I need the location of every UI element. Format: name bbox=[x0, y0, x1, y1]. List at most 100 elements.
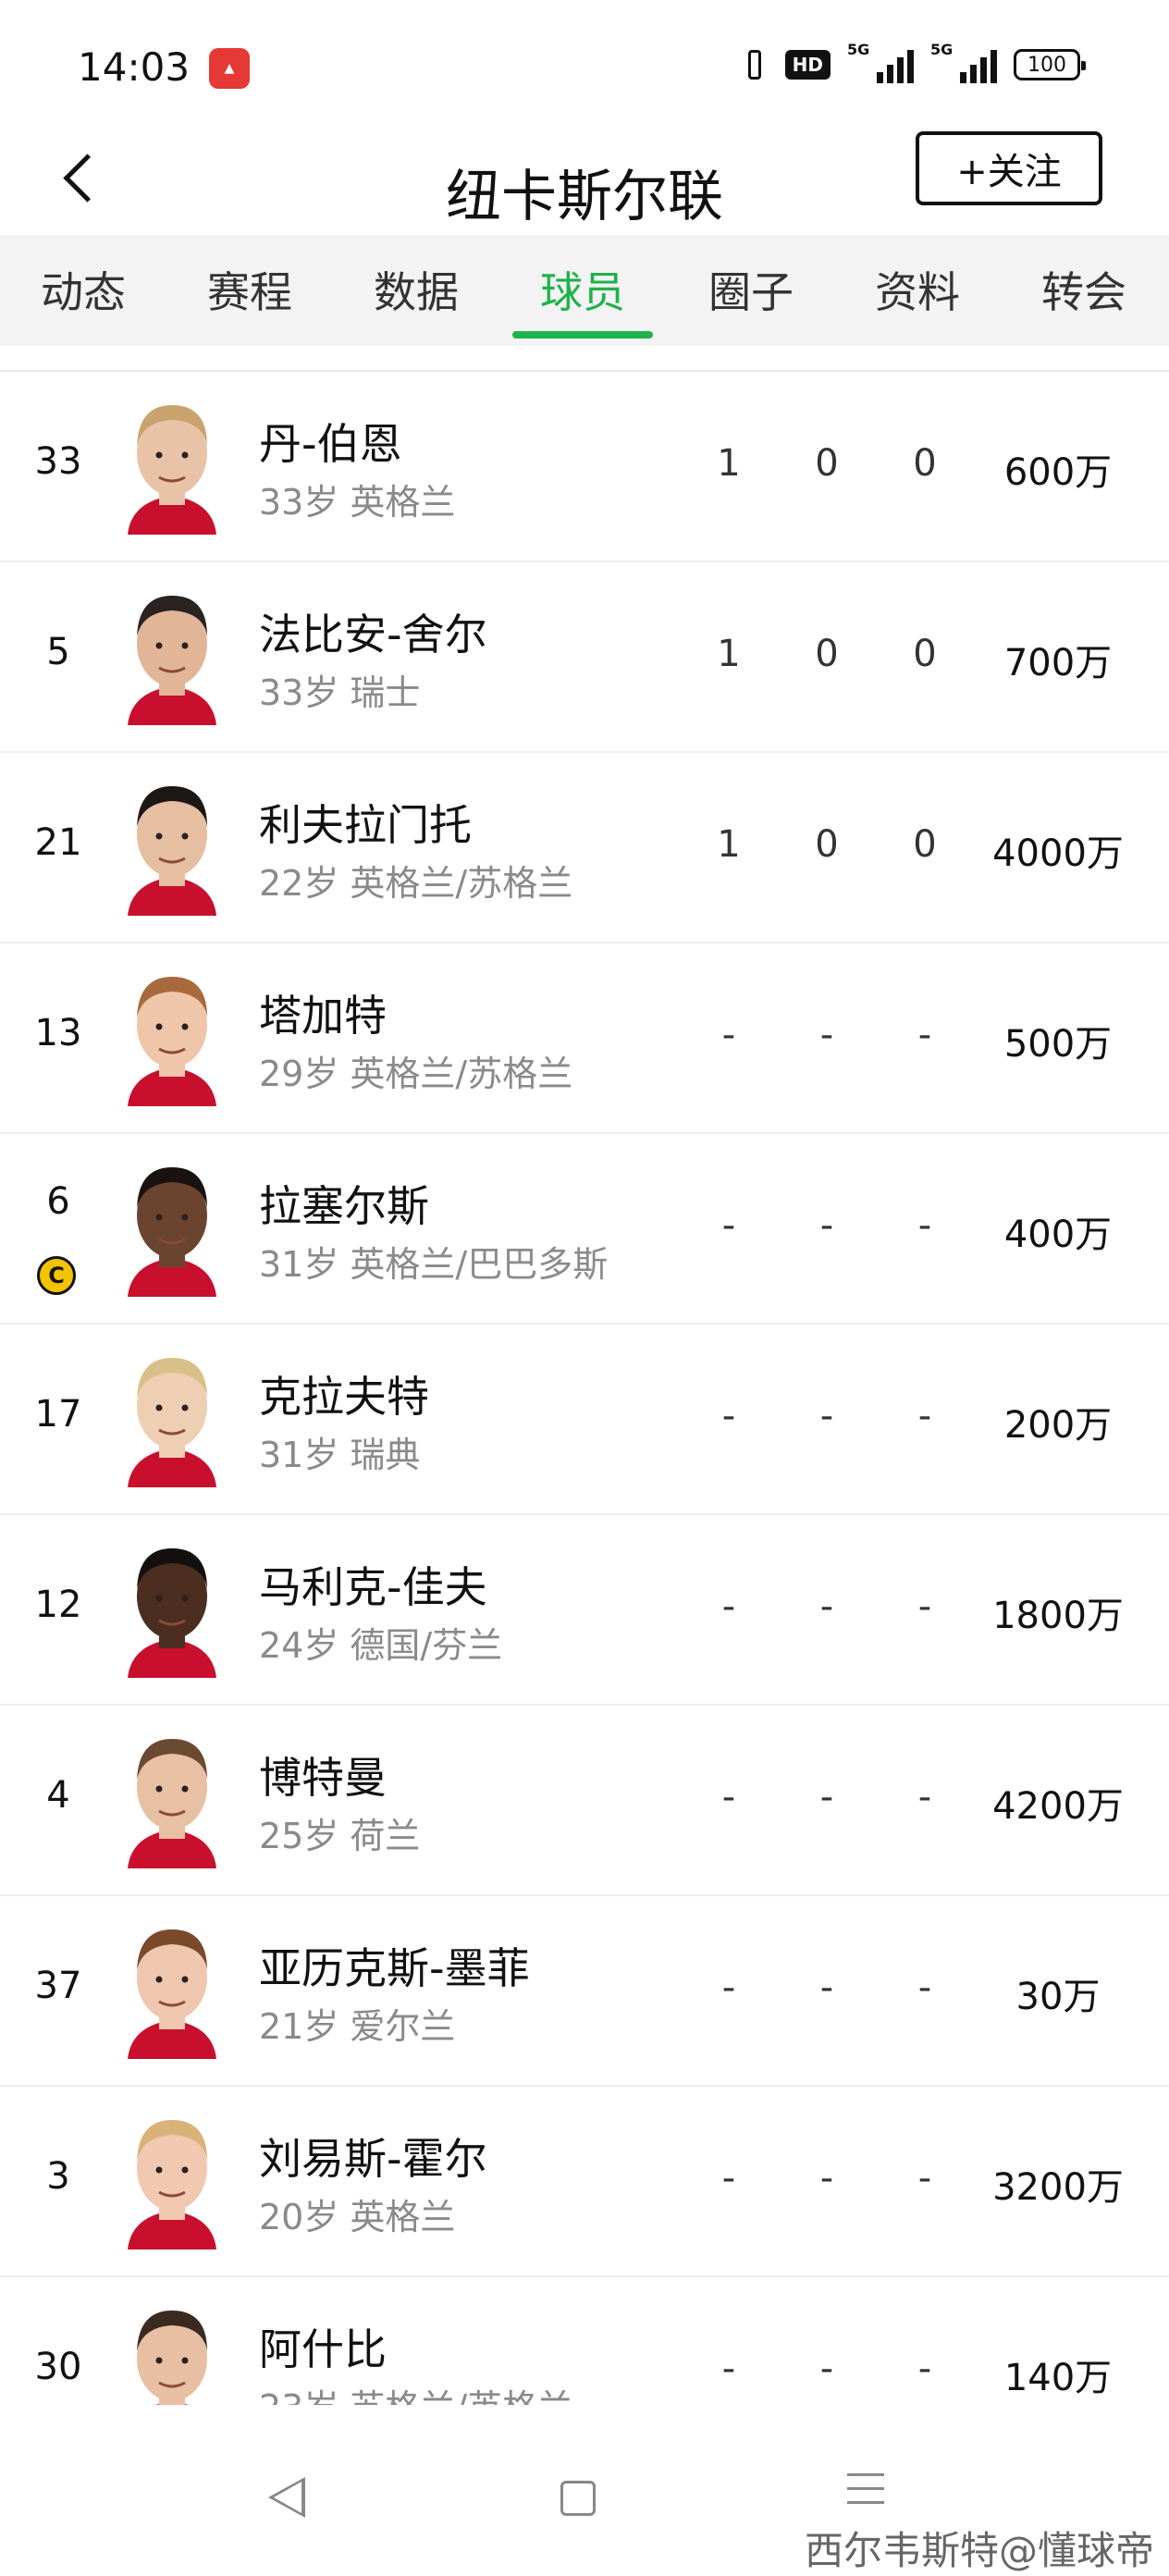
avatar bbox=[118, 392, 226, 535]
player-row[interactable]: 33 丹-伯恩 33岁 英格兰 1 0 0 600万 bbox=[0, 372, 1169, 562]
signal-icon: 5G bbox=[847, 41, 914, 83]
market-value: 3200万 bbox=[992, 2166, 1124, 2209]
stat-appearances: - bbox=[721, 1585, 736, 1628]
player-age-nationality: 21岁 爱尔兰 bbox=[259, 2006, 456, 2047]
avatar bbox=[118, 773, 226, 916]
shirt-number: 21 bbox=[34, 821, 82, 864]
stat-appearances: - bbox=[721, 1395, 736, 1437]
player-photo bbox=[128, 1167, 216, 1297]
player-row[interactable]: 3 刘易斯-霍尔 20岁 英格兰 - - - 3200万 bbox=[0, 2087, 1169, 2277]
stat-appearances: 1 bbox=[717, 633, 741, 675]
market-value: 140万 bbox=[1003, 2357, 1113, 2399]
stat-appearances: 1 bbox=[717, 442, 741, 485]
player-row[interactable]: 12 马利克-佳夫 24岁 德国/芬兰 - - - 1800万 bbox=[0, 1515, 1169, 1706]
stat-appearances: - bbox=[721, 1014, 736, 1056]
shirt-number: 37 bbox=[34, 1965, 82, 2007]
stat-appearances: - bbox=[721, 1204, 736, 1247]
player-photo bbox=[128, 2120, 216, 2249]
stat-goals: - bbox=[819, 1204, 834, 1247]
stat-assists: 0 bbox=[913, 823, 937, 866]
player-row[interactable]: 5 法比安-舍尔 33岁 瑞士 1 0 0 700万 bbox=[0, 562, 1169, 753]
player-row[interactable]: 37 亚历克斯-墨菲 21岁 爱尔兰 - - - 30万 bbox=[0, 1896, 1169, 2087]
tab-info[interactable]: 资料 bbox=[853, 259, 982, 320]
avatar bbox=[118, 1345, 226, 1487]
tab-transfers[interactable]: 转会 bbox=[1019, 259, 1149, 320]
player-row[interactable]: 13 塔加特 29岁 英格兰/苏格兰 - - - 500万 bbox=[0, 943, 1169, 1134]
stat-goals: 0 bbox=[815, 442, 839, 485]
stat-assists: - bbox=[917, 2157, 932, 2200]
stat-goals: - bbox=[819, 1776, 834, 1818]
nav-back-icon[interactable] bbox=[268, 2477, 305, 2518]
shirt-number: 30 bbox=[34, 2346, 82, 2388]
tab-community[interactable]: 圈子 bbox=[686, 259, 816, 320]
player-name: 克拉夫特 bbox=[259, 1372, 429, 1422]
player-age-nationality: 24岁 德国/芬兰 bbox=[259, 1625, 503, 1666]
header: 纽卡斯尔联 +关注 bbox=[0, 129, 1169, 231]
status-icons: HD 5G 5G 100 bbox=[741, 41, 1086, 83]
player-name: 塔加特 bbox=[259, 991, 387, 1041]
player-row[interactable]: 4 博特曼 25岁 荷兰 - - - 4200万 bbox=[0, 1706, 1169, 1896]
player-age-nationality: 31岁 瑞典 bbox=[259, 1435, 421, 1475]
market-value: 1800万 bbox=[992, 1595, 1124, 1637]
player-photo bbox=[128, 977, 216, 1106]
tab-stats[interactable]: 数据 bbox=[351, 259, 481, 320]
stat-assists: - bbox=[917, 1395, 932, 1437]
player-name: 刘易斯-霍尔 bbox=[259, 2134, 487, 2184]
player-age-nationality: 22岁 英格兰/苏格兰 bbox=[259, 863, 573, 904]
stat-appearances: - bbox=[721, 1966, 736, 2009]
shirt-number: 12 bbox=[34, 1584, 82, 1626]
tab-schedule[interactable]: 赛程 bbox=[185, 259, 314, 320]
player-name: 丹-伯恩 bbox=[259, 419, 402, 469]
stat-assists: 0 bbox=[913, 633, 937, 675]
player-name: 博特曼 bbox=[259, 1753, 387, 1803]
avatar bbox=[118, 1726, 226, 1868]
player-age-nationality: 29岁 英格兰/苏格兰 bbox=[259, 1054, 573, 1094]
player-photo bbox=[128, 1358, 216, 1487]
market-value: 4200万 bbox=[992, 1785, 1124, 1828]
avatar bbox=[118, 583, 226, 725]
stat-appearances: - bbox=[721, 1776, 736, 1818]
follow-button[interactable]: +关注 bbox=[916, 131, 1102, 205]
stat-goals: - bbox=[819, 2157, 834, 2200]
watermark: 西尔韦斯特@懂球帝 bbox=[804, 2528, 1154, 2573]
nav-menu-icon[interactable] bbox=[847, 2473, 884, 2515]
player-row[interactable]: 21 利夫拉门托 22岁 英格兰/苏格兰 1 0 0 4000万 bbox=[0, 753, 1169, 943]
stat-goals: 0 bbox=[815, 823, 839, 866]
shirt-number: 3 bbox=[46, 2155, 70, 2198]
avatar bbox=[118, 1535, 226, 1678]
tab-news[interactable]: 动态 bbox=[18, 259, 148, 320]
nav-home-icon[interactable] bbox=[560, 2481, 596, 2516]
battery-icon: 100 bbox=[1014, 49, 1086, 80]
stat-goals: - bbox=[819, 2348, 834, 2390]
player-row[interactable]: 6 C 拉塞尔斯 31岁 英格兰/巴巴多斯 - - - 400万 bbox=[0, 1134, 1169, 1325]
stat-goals: - bbox=[819, 1395, 834, 1437]
player-age-nationality: 25岁 荷兰 bbox=[259, 1816, 421, 1856]
shirt-number: 13 bbox=[34, 1012, 82, 1054]
player-name: 拉塞尔斯 bbox=[259, 1181, 429, 1231]
system-nav-bar: 西尔韦斯特@懂球帝 bbox=[0, 2405, 1169, 2573]
player-photo bbox=[128, 405, 216, 535]
avatar bbox=[118, 1154, 226, 1297]
player-age-nationality: 31岁 英格兰/巴巴多斯 bbox=[259, 1244, 609, 1285]
player-age-nationality: 20岁 英格兰 bbox=[259, 2197, 456, 2237]
market-value: 500万 bbox=[1003, 1023, 1113, 1066]
tab-players[interactable]: 球员 bbox=[518, 259, 647, 320]
player-name: 利夫拉门托 bbox=[259, 800, 472, 850]
player-age-nationality: 33岁 瑞士 bbox=[259, 672, 421, 713]
stat-goals: 0 bbox=[815, 633, 839, 675]
status-bar: 14:03 ▲ HD 5G 5G 100 bbox=[0, 0, 1169, 129]
stat-appearances: - bbox=[721, 2348, 736, 2390]
shirt-number: 33 bbox=[34, 440, 82, 483]
shirt-number: 6 bbox=[46, 1180, 70, 1223]
vibrate-icon bbox=[741, 46, 769, 83]
stat-appearances: - bbox=[721, 2157, 736, 2200]
player-row[interactable]: 17 克拉夫特 31岁 瑞典 - - - 200万 bbox=[0, 1325, 1169, 1515]
player-age-nationality: 33岁 英格兰 bbox=[259, 482, 456, 523]
shirt-number: 17 bbox=[34, 1393, 82, 1436]
player-photo bbox=[128, 786, 216, 916]
market-value: 200万 bbox=[1003, 1404, 1113, 1447]
captain-badge-icon: C bbox=[37, 1256, 76, 1295]
player-photo bbox=[128, 1548, 216, 1678]
tab-bar: 动态 赛程 数据 球员 圈子 资料 转会 bbox=[0, 235, 1169, 346]
stat-goals: - bbox=[819, 1966, 834, 2009]
